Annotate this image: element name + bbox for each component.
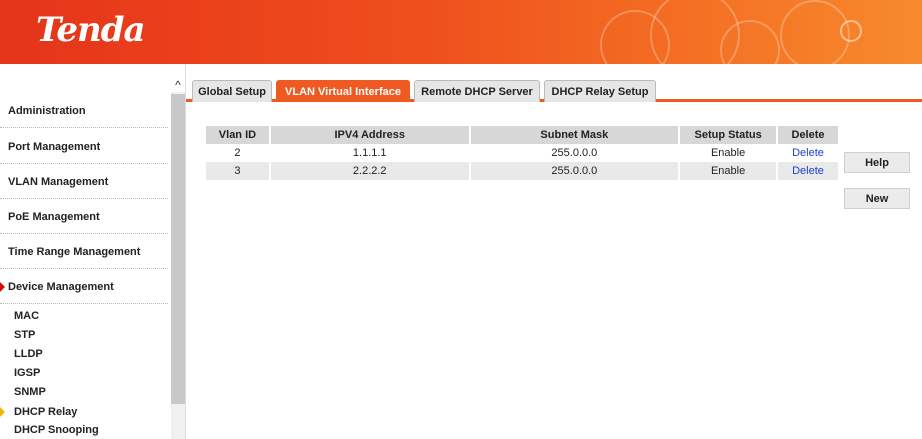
tab-dhcp-relay-setup[interactable]: DHCP Relay Setup [544,80,656,102]
help-button[interactable]: Help [844,152,910,173]
submenu-item-label: DHCP Snooping [14,424,99,436]
delete-link[interactable]: Delete [792,147,824,159]
submenu-item-mac[interactable]: MAC [14,308,39,324]
scroll-up-icon[interactable]: ^ [170,78,186,92]
cell-ipv4-address: 2.2.2.2 [269,162,471,180]
cell-setup-status: Enable [679,144,779,162]
submenu-item-stp[interactable]: STP [14,327,35,343]
table-header-row: Vlan ID IPV4 Address Subnet Mask Setup S… [206,126,840,144]
submenu-item-snmp[interactable]: SNMP [14,384,46,400]
cell-subnet-mask: 255.0.0.0 [469,144,681,162]
submenu-item-label: IGSP [14,367,41,379]
submenu-item-label: SNMP [14,386,46,398]
submenu-item-label: DHCP Relay [14,406,78,418]
submenu-item-igsp[interactable]: IGSP [14,365,40,381]
submenu-item-dhcp-relay[interactable]: DHCP Relay [0,404,78,420]
cell-setup-status: Enable [679,162,779,180]
sidebar-item-label: Device Management [8,281,114,293]
sidebar-item-label: Time Range Management [8,246,141,258]
tab-remote-dhcp-server[interactable]: Remote DHCP Server [414,80,540,102]
scrollbar-thumb[interactable] [171,94,185,404]
tab-global-setup[interactable]: Global Setup [192,80,272,102]
sidebar-item-label: Administration [8,105,86,117]
new-button[interactable]: New [844,188,910,209]
column-header-delete: Delete [777,126,840,144]
submenu-item-label: STP [14,329,36,341]
vlan-interface-table: Vlan ID IPV4 Address Subnet Mask Setup S… [206,126,840,180]
active-arrow-icon [0,282,5,292]
sidebar-item-label: VLAN Management [8,176,109,188]
cell-ipv4-address: 1.1.1.1 [269,144,471,162]
sidebar-item-label: Port Management [8,141,101,153]
cell-delete: Delete [777,162,840,180]
sidebar-item-time-range-management[interactable]: Time Range Management [0,235,168,269]
sidebar: ^ Administration Port Management VLAN Ma… [0,64,186,439]
sidebar-item-label: PoE Management [8,211,100,223]
tenda-logo: Tenda [36,10,146,50]
decorative-swirl [840,20,862,42]
submenu-item-label: MAC [14,310,40,322]
submenu-item-label: LLDP [14,348,43,360]
delete-link[interactable]: Delete [792,165,824,177]
tab-bar: Global Setup VLAN Virtual Interface Remo… [186,80,922,102]
column-header-subnet-mask: Subnet Mask [469,126,681,144]
sidebar-item-vlan-management[interactable]: VLAN Management [0,165,168,199]
header-banner: Tenda [0,0,922,64]
column-header-vlan-id: Vlan ID [206,126,271,144]
sidebar-item-administration[interactable]: Administration [0,94,168,128]
sidebar-item-port-management[interactable]: Port Management [0,130,168,164]
cell-vlan-id: 3 [206,162,271,180]
sidebar-item-device-management[interactable]: Device Management [0,270,168,304]
selected-arrow-icon [0,407,5,417]
column-header-setup-status: Setup Status [679,126,779,144]
cell-vlan-id: 2 [206,144,271,162]
table-row: 3 2.2.2.2 255.0.0.0 Enable Delete [206,162,840,180]
sidebar-item-poe-management[interactable]: PoE Management [0,200,168,234]
cell-delete: Delete [777,144,840,162]
cell-subnet-mask: 255.0.0.0 [469,162,681,180]
tab-vlan-virtual-interface[interactable]: VLAN Virtual Interface [276,80,410,102]
column-header-ipv4-address: IPV4 Address [269,126,471,144]
table-row: 2 1.1.1.1 255.0.0.0 Enable Delete [206,144,840,162]
submenu-item-lldp[interactable]: LLDP [14,346,43,362]
submenu-item-dhcp-snooping[interactable]: DHCP Snooping [14,422,99,438]
